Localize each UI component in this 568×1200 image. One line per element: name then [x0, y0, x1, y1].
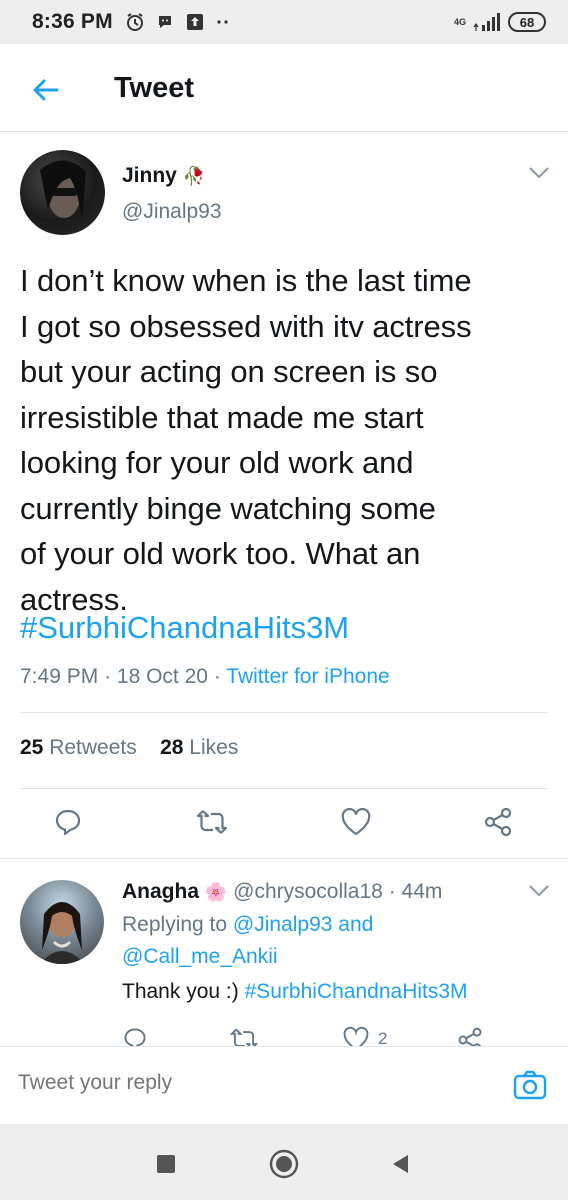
reply-compose-bar — [0, 1046, 568, 1124]
status-system-icons: 4G 68 — [454, 12, 546, 32]
alarm-icon — [125, 12, 145, 32]
tweet-stats: 25 Retweets 28 Likes — [20, 736, 238, 760]
replying-and: and — [338, 913, 374, 936]
tweet-actions — [0, 790, 568, 854]
retweets-label: Retweets — [49, 736, 137, 759]
retweets-stat[interactable]: 25 Retweets — [20, 736, 137, 759]
camera-icon — [513, 1070, 547, 1100]
back-nav-button[interactable] — [384, 1148, 416, 1180]
tweet-line: of your old work too. What an — [20, 536, 421, 571]
status-bar: 8:36 PM 4G 68 — [0, 0, 568, 44]
chevron-down-icon — [529, 885, 549, 897]
tweet-options-button[interactable] — [528, 166, 550, 185]
page-title: Tweet — [114, 72, 195, 104]
home-circle-icon — [269, 1149, 299, 1179]
retweet-icon — [196, 810, 228, 834]
triangle-back-icon — [393, 1155, 408, 1173]
reply-reply-button[interactable] — [122, 1026, 148, 1046]
arrow-left-icon — [33, 79, 59, 101]
tweet-date: 18 Oct 20 — [116, 665, 208, 688]
likes-label: Likes — [189, 736, 239, 759]
app-header: Tweet — [0, 44, 568, 132]
reply-hashtag-link[interactable]: #SurbhiChandnaHits3M — [245, 980, 468, 1003]
like-button[interactable] — [338, 804, 374, 840]
retweet-button[interactable] — [194, 804, 230, 840]
signal-icon — [472, 13, 502, 31]
reply-author-name[interactable]: Anagha — [122, 880, 199, 903]
reply-retweet-button[interactable] — [230, 1026, 258, 1046]
likes-stat[interactable]: 28 Likes — [160, 736, 238, 759]
reply-icon — [124, 1028, 146, 1046]
author-name-text: Jinny — [122, 164, 177, 187]
replying-to: Replying to @Jinalp93 and — [122, 913, 373, 937]
reply-text: Thank you :) #SurbhiChandnaHits3M — [122, 980, 468, 1004]
tweet-time: 7:49 PM — [20, 665, 99, 688]
network-type: 4G — [453, 16, 466, 27]
share-icon — [484, 807, 512, 837]
divider — [20, 712, 548, 713]
divider — [20, 788, 548, 789]
square-icon — [157, 1155, 175, 1173]
recents-button[interactable] — [150, 1148, 182, 1180]
chat-bubble-icon — [155, 12, 175, 32]
reply-avatar[interactable] — [20, 880, 104, 964]
reply-author-handle[interactable]: @chrysocolla18 — [233, 880, 383, 903]
back-button[interactable] — [28, 72, 64, 108]
upload-icon — [185, 12, 205, 32]
reply-input[interactable] — [18, 1071, 458, 1095]
reply-icon — [55, 809, 81, 836]
retweets-count: 25 — [20, 736, 44, 759]
tweet-line: irresistible that made me start — [20, 399, 424, 435]
reply-like-button[interactable]: 2 — [342, 1026, 387, 1046]
heart-icon — [341, 807, 371, 836]
tweet-hashtag-link[interactable]: #SurbhiChandnaHits3M — [20, 610, 349, 646]
home-button[interactable] — [268, 1148, 300, 1180]
system-nav-bar — [0, 1124, 568, 1200]
tweet-meta: 7:49 PM · 18 Oct 20 · Twitter for iPhone — [20, 665, 390, 689]
more-notifications-icon — [215, 12, 231, 32]
author-handle[interactable]: @Jinalp93 — [122, 200, 222, 224]
replying-to-user-link[interactable]: @Jinalp93 — [233, 913, 333, 936]
reply-actions: 2 — [0, 1022, 568, 1046]
replying-to-user-link[interactable]: @Call_me_Ankii — [122, 945, 278, 968]
likes-count: 28 — [160, 736, 184, 759]
heart-icon — [343, 1026, 369, 1046]
reply-likes-count: 2 — [378, 1029, 388, 1046]
tweet-source-link[interactable]: Twitter for iPhone — [226, 665, 389, 688]
reply-button[interactable] — [50, 804, 86, 840]
reply-share-button[interactable] — [456, 1026, 484, 1046]
tweet-text: I don’t know when is the last time I got… — [20, 258, 550, 622]
tweet-line: I don’t know when is the last time — [20, 263, 472, 298]
reply-header: Anagha 🌸 @chrysocolla18 · 44m — [122, 880, 442, 904]
chevron-down-icon — [529, 167, 549, 179]
share-button[interactable] — [480, 804, 516, 840]
author-avatar[interactable] — [20, 150, 105, 235]
share-icon — [458, 1027, 482, 1046]
reply-age: 44m — [401, 880, 443, 903]
reply-body: Thank you :) — [122, 980, 239, 1003]
reply-options-button[interactable] — [528, 884, 550, 903]
divider — [0, 858, 568, 859]
tweet-line: currently binge watching some — [20, 490, 436, 526]
meta-separator: · — [388, 880, 396, 903]
status-time: 8:36 PM — [32, 10, 113, 33]
author-name[interactable]: Jinny 🥀 — [122, 164, 205, 188]
replying-to-second: @Call_me_Ankii — [122, 945, 278, 969]
meta-separator: · — [104, 665, 112, 688]
retweet-icon — [230, 1028, 258, 1046]
tweet-line: looking for your old work and — [20, 445, 414, 480]
author-emoji: 🥀 — [182, 166, 206, 186]
reply-author-emoji: 🌸 — [204, 882, 228, 902]
tweet-line: but your acting on screen is so — [20, 354, 438, 389]
battery-indicator: 68 — [508, 12, 546, 32]
meta-separator: · — [213, 665, 221, 688]
replying-to-prefix: Replying to — [122, 913, 228, 936]
tweet-line: I got so obsessed with itv actress — [20, 308, 472, 344]
status-notification-icons — [125, 12, 231, 32]
camera-button[interactable] — [512, 1067, 548, 1103]
